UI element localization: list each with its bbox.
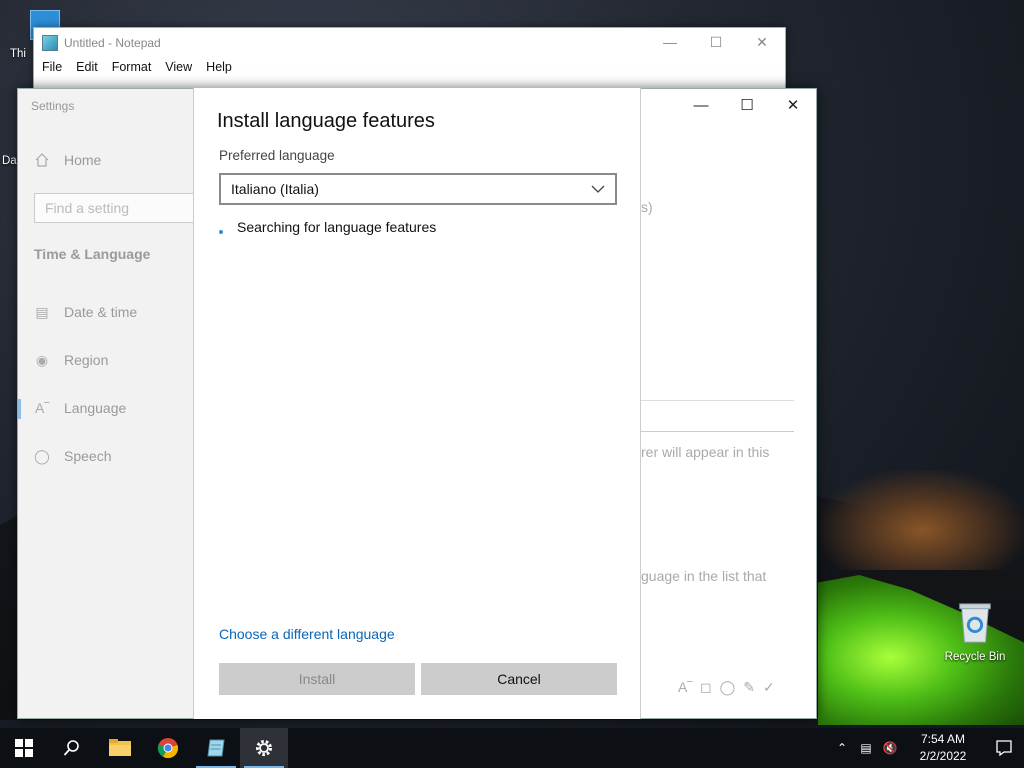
sidebar-item-home[interactable]: Home: [34, 152, 101, 168]
preferred-language-select[interactable]: Italiano (Italia): [219, 173, 617, 205]
handwriting-icon: ✎: [743, 679, 756, 695]
choose-different-language-link[interactable]: Choose a different language: [219, 626, 395, 642]
maximize-icon[interactable]: ☐: [693, 28, 739, 56]
close-icon[interactable]: ✕: [770, 89, 816, 121]
loading-spinner-icon: [219, 230, 223, 234]
notepad-icon: [207, 739, 225, 757]
sidebar-item-date-time[interactable]: ▤ Date & time: [34, 304, 137, 320]
clock-date: 2/2/2022: [919, 749, 967, 763]
system-tray: ⌃ ▤ 🔇 7:54 AM 2/2/2022: [830, 728, 1024, 768]
settings-title: Settings: [31, 99, 75, 113]
notification-center-button[interactable]: [984, 739, 1024, 757]
background-feature-icons: A‾ ◻ ◯ ✎ ✓: [678, 679, 775, 696]
chevron-down-icon: [591, 185, 605, 193]
volume-muted-icon[interactable]: 🔇: [878, 741, 902, 755]
network-icon[interactable]: ▤: [854, 741, 878, 755]
desktop-icon-da-label: Da: [2, 155, 17, 167]
install-language-dialog[interactable]: Install language features Preferred lang…: [193, 88, 641, 719]
check-icon: ✓: [763, 679, 775, 695]
minimize-icon[interactable]: —: [678, 89, 724, 121]
notepad-taskbar-button[interactable]: [192, 728, 240, 768]
chrome-button[interactable]: [144, 728, 192, 768]
maximize-icon[interactable]: ☐: [724, 89, 770, 121]
find-setting-placeholder: Find a setting: [45, 200, 130, 216]
menu-format[interactable]: Format: [106, 58, 160, 76]
globe-icon: ◉: [35, 352, 49, 368]
cancel-button[interactable]: Cancel: [421, 663, 617, 695]
folder-icon: [109, 739, 131, 756]
find-setting-input[interactable]: Find a setting: [34, 193, 204, 223]
clock-time: 7:54 AM: [920, 732, 966, 746]
text-icon: A‾: [678, 679, 692, 695]
notepad-icon: [42, 35, 58, 51]
selected-language: Italiano (Italia): [231, 181, 319, 197]
sidebar-item-label: Language: [64, 400, 127, 416]
menu-view[interactable]: View: [159, 58, 200, 76]
microphone-icon: ◯: [719, 679, 736, 695]
start-button[interactable]: [0, 728, 48, 768]
searching-status: Searching for language features: [219, 219, 436, 235]
background-text-paren: s): [641, 199, 653, 215]
notepad-window-controls: — ☐ ✕: [647, 28, 785, 56]
gear-icon: [256, 740, 272, 756]
minimize-icon[interactable]: —: [647, 28, 693, 56]
sidebar-item-speech[interactable]: ◯ Speech: [34, 448, 111, 464]
sidebar-item-label: Region: [64, 352, 109, 368]
taskbar: ⌃ ▤ 🔇 7:54 AM 2/2/2022: [0, 728, 1024, 768]
settings-taskbar-button[interactable]: [240, 728, 288, 768]
menu-help[interactable]: Help: [200, 58, 240, 76]
sidebar-item-language[interactable]: A‾ Language: [34, 400, 126, 416]
background-text-appear: rer will appear in this: [641, 444, 770, 460]
notification-icon: [996, 740, 1012, 757]
settings-window-controls: — ☐ ✕: [678, 89, 816, 121]
sidebar-item-region[interactable]: ◉ Region: [34, 352, 108, 368]
settings-sidebar: Settings Home Find a setting Time & Lang…: [18, 89, 204, 718]
menu-edit[interactable]: Edit: [70, 58, 106, 76]
home-icon: [35, 153, 49, 167]
search-button[interactable]: [48, 728, 96, 768]
background-text-list: guage in the list that: [641, 568, 767, 584]
recycle-bin-label: Recycle Bin: [944, 651, 1006, 663]
chevron-up-icon[interactable]: ⌃: [830, 741, 854, 755]
dialog-title: Install language features: [217, 110, 435, 132]
sidebar-home-label: Home: [64, 152, 102, 168]
desktop-icon-this-pc-label: Thi: [10, 48, 26, 60]
windows-logo-icon: [15, 739, 33, 757]
clock[interactable]: 7:54 AM 2/2/2022: [908, 731, 978, 765]
notepad-menubar: File Edit Format View Help: [34, 58, 785, 76]
chat-icon: ◻: [700, 679, 712, 695]
desktop-background-glow: [820, 470, 1024, 570]
sidebar-item-label: Date & time: [64, 304, 138, 320]
search-icon: [63, 740, 79, 756]
menu-file[interactable]: File: [36, 58, 70, 76]
recycle-bin-icon: [959, 603, 991, 643]
notepad-title: Untitled - Notepad: [64, 36, 161, 50]
preferred-language-label: Preferred language: [219, 148, 335, 163]
close-icon[interactable]: ✕: [739, 28, 785, 56]
install-button[interactable]: Install: [219, 663, 415, 695]
calendar-clock-icon: ▤: [35, 304, 49, 320]
language-icon: A‾: [35, 400, 49, 416]
chrome-icon: [157, 738, 179, 759]
sidebar-section-title: Time & Language: [34, 246, 151, 262]
microphone-icon: ◯: [34, 448, 50, 464]
desktop-icon-recycle-bin[interactable]: Recycle Bin: [940, 602, 1010, 663]
notepad-window[interactable]: Untitled - Notepad — ☐ ✕ File Edit Forma…: [33, 27, 786, 92]
file-explorer-button[interactable]: [96, 728, 144, 768]
searching-status-text: Searching for language features: [237, 219, 437, 235]
background-search-field: [641, 400, 794, 432]
sidebar-item-label: Speech: [64, 448, 112, 464]
active-indicator: [18, 399, 21, 419]
